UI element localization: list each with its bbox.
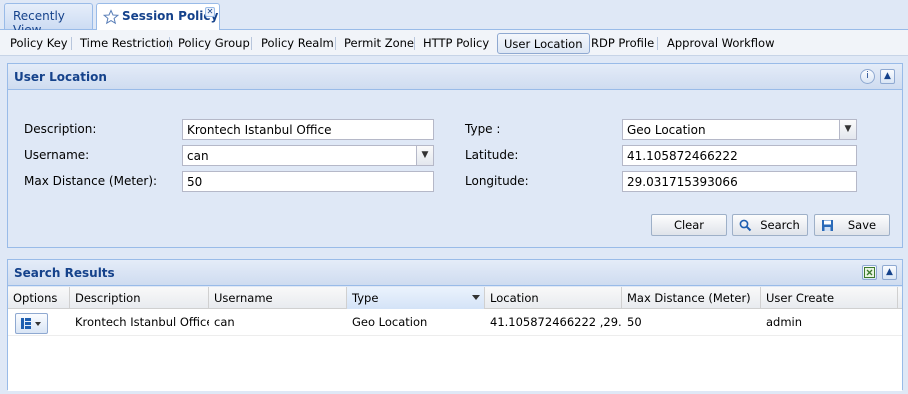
table-row[interactable]: Krontech Istanbul Office can Geo Locatio… — [8, 310, 902, 336]
tab-divider — [657, 37, 658, 50]
username-label: Username: — [24, 148, 90, 162]
column-header-user-create[interactable]: User Create — [761, 287, 898, 309]
grid-header: Options Description Username Type Locati… — [8, 287, 902, 309]
search-results-panel: Search Results ▲ Options Description Use… — [7, 259, 903, 391]
longitude-label: Longitude: — [465, 174, 529, 188]
close-tab-icon[interactable]: ✕ — [205, 7, 215, 17]
search-button[interactable]: Search — [732, 214, 808, 236]
tab-user-location[interactable]: User Location — [497, 33, 590, 54]
column-header-max-distance[interactable]: Max Distance (Meter) — [622, 287, 761, 309]
user-location-panel: User Location i ▲ Description: Krontech … — [7, 63, 903, 248]
tab-permit-zone[interactable]: Permit Zone — [344, 33, 414, 54]
tab-divider — [414, 37, 415, 50]
longitude-field[interactable]: 29.031715393066 — [622, 171, 857, 192]
save-icon — [822, 220, 833, 231]
row-options-button[interactable] — [15, 313, 48, 334]
cell-username: can — [214, 315, 235, 329]
user-location-form: Description: Krontech Istanbul Office Us… — [8, 91, 902, 243]
cell-type: Geo Location — [352, 315, 428, 329]
tab-policy-realm[interactable]: Policy Realm — [261, 33, 334, 54]
username-combo[interactable]: can ▼ — [182, 145, 434, 166]
search-results-panel-header: Search Results ▲ — [8, 260, 902, 286]
tab-session-policy[interactable]: Session Policy ✕ — [96, 3, 220, 30]
column-header-type-label: Type — [352, 291, 379, 305]
tab-rdp-profile[interactable]: RDP Profile — [591, 33, 654, 54]
clear-button[interactable]: Clear — [651, 214, 727, 236]
column-header-description[interactable]: Description — [70, 287, 209, 309]
tab-policy-key[interactable]: Policy Key — [10, 33, 68, 54]
latitude-field[interactable]: 41.105872466222 — [622, 145, 857, 166]
username-value: can — [187, 149, 209, 163]
tab-policy-group[interactable]: Policy Group — [178, 33, 250, 54]
chevron-down-icon[interactable]: ▼ — [416, 146, 433, 165]
type-value: Geo Location — [627, 123, 706, 137]
info-icon[interactable]: i — [860, 69, 875, 84]
max-distance-label: Max Distance (Meter): — [24, 174, 158, 188]
tab-divider — [169, 37, 170, 50]
user-location-panel-header: User Location i ▲ — [8, 64, 902, 90]
tab-divider — [251, 37, 252, 50]
type-label: Type : — [465, 122, 501, 136]
export-excel-icon[interactable] — [862, 265, 877, 280]
column-header-location[interactable]: Location — [485, 287, 622, 309]
tab-time-restriction[interactable]: Time Restriction — [80, 33, 173, 54]
collapse-icon[interactable]: ▲ — [880, 69, 895, 84]
column-header-options[interactable]: Options — [8, 287, 70, 309]
cell-location: 41.105872466222 ,29.... — [490, 315, 622, 329]
latitude-label: Latitude: — [465, 148, 519, 162]
search-button-label: Search — [760, 218, 800, 232]
max-distance-field[interactable]: 50 — [182, 171, 434, 192]
save-button[interactable]: Save — [814, 214, 890, 236]
description-label: Description: — [24, 122, 97, 136]
description-field[interactable]: Krontech Istanbul Office — [182, 119, 434, 140]
tab-http-policy[interactable]: HTTP Policy — [423, 33, 489, 54]
tab-session-policy-label: Session Policy — [122, 9, 219, 23]
panel-title: User Location — [14, 70, 107, 84]
tab-divider — [71, 37, 72, 50]
cell-max-distance: 50 — [627, 315, 642, 329]
tab-divider — [335, 37, 336, 50]
collapse-icon[interactable]: ▲ — [882, 265, 897, 280]
top-tab-bar: Recently View Session Policy ✕ — [0, 0, 908, 37]
star-icon[interactable] — [103, 9, 119, 25]
sort-down-icon[interactable] — [472, 295, 480, 300]
tab-recently-view[interactable]: Recently View — [4, 3, 93, 37]
results-grid: Options Description Username Type Locati… — [8, 287, 902, 391]
policy-sub-tab-bar: Policy Key Time Restriction Policy Group… — [0, 30, 908, 56]
options-list-icon — [21, 318, 41, 329]
clear-button-label: Clear — [673, 218, 705, 232]
column-header-type[interactable]: Type — [347, 287, 485, 309]
cell-user-create: admin — [766, 315, 803, 329]
column-header-username[interactable]: Username — [209, 287, 347, 309]
cell-description: Krontech Istanbul Office — [75, 315, 209, 329]
chevron-down-icon[interactable]: ▼ — [839, 120, 856, 139]
panel-title: Search Results — [14, 266, 115, 280]
tab-approval-workflow[interactable]: Approval Workflow — [667, 33, 775, 54]
search-icon — [739, 219, 752, 232]
type-combo[interactable]: Geo Location ▼ — [622, 119, 857, 140]
save-button-label: Save — [847, 218, 877, 232]
